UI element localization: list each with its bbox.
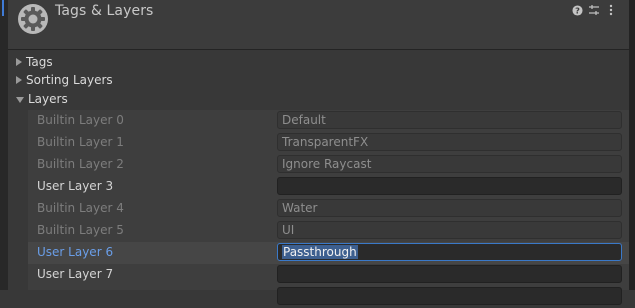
layer-name-input[interactable]: Passthrough [277,243,622,261]
foldout-collapsed-icon [16,58,22,66]
layer-row [28,286,629,308]
layer-row: Builtin Layer 0 Default [28,110,629,132]
settings-gear-icon [18,4,48,34]
layer-label: Builtin Layer 4 [37,201,124,215]
preset-sliders-icon[interactable] [588,4,600,16]
left-panel-edge [0,0,8,290]
layer-name-field: Ignore Raycast [277,155,622,173]
layer-row-selected: User Layer 6 Passthrough [28,242,629,264]
layer-name-field: TransparentFX [277,133,622,151]
sorting-layers-label: Sorting Layers [26,73,113,87]
layer-row: Builtin Layer 2 Ignore Raycast [28,154,629,176]
layer-name-input[interactable] [277,265,622,283]
inspector-header: Tags & Layers ? [8,0,629,50]
foldout-expanded-icon [16,96,24,103]
help-icon[interactable]: ? [571,4,583,16]
layer-row: User Layer 7 [28,264,629,286]
layer-name-field: UI [277,221,622,239]
layer-label: User Layer 6 [37,245,114,259]
layer-row: User Layer 3 [28,176,629,198]
layers-foldout[interactable]: Layers [8,90,68,108]
layer-label: User Layer 7 [37,267,114,281]
svg-text:?: ? [575,5,580,15]
layer-label: Builtin Layer 2 [37,157,124,171]
layer-name-input[interactable] [277,177,622,195]
foldout-collapsed-icon [16,76,22,84]
layer-row: Builtin Layer 4 Water [28,198,629,220]
layers-list: Builtin Layer 0 Default Builtin Layer 1 … [28,110,629,305]
window-title: Tags & Layers [55,3,154,19]
layer-name-field: Default [277,111,622,129]
layer-label: Builtin Layer 1 [37,135,124,149]
tags-label: Tags [26,55,53,69]
tags-foldout[interactable]: Tags [8,53,53,71]
more-menu-icon[interactable] [605,4,617,16]
layer-label: User Layer 3 [37,179,114,193]
layer-label: Builtin Layer 5 [37,223,124,237]
selection-indicator [2,0,4,16]
sorting-layers-foldout[interactable]: Sorting Layers [8,71,113,89]
layer-row: Builtin Layer 1 TransparentFX [28,132,629,154]
right-panel-edge [629,0,635,290]
selected-text: Passthrough [282,245,358,259]
layer-label: Builtin Layer 0 [37,113,124,127]
layer-name-field: Water [277,199,622,217]
layers-label: Layers [28,92,68,106]
layer-row: Builtin Layer 5 UI [28,220,629,242]
